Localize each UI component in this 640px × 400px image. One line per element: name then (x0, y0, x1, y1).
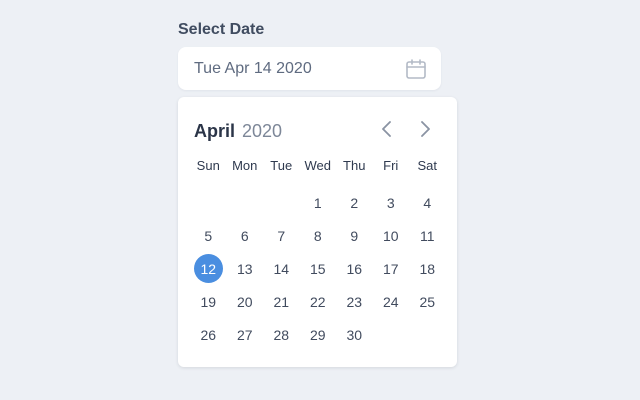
weekday-label: Sun (196, 158, 220, 173)
day-number: 25 (419, 293, 436, 310)
weekday-label: Wed (304, 158, 332, 173)
day-cell[interactable]: 24 (373, 285, 410, 318)
day-number: 17 (382, 260, 399, 277)
day-cell[interactable]: 13 (227, 252, 264, 285)
day-cell-empty (190, 186, 227, 219)
day-number: 4 (423, 194, 432, 211)
day-cell[interactable]: 20 (227, 285, 264, 318)
weekday-header: Sun Mon Tue Wed Thu Fri Sat (190, 158, 446, 173)
day-cell[interactable]: 27 (227, 318, 264, 351)
day-cell[interactable]: 7 (263, 219, 300, 252)
day-number: 3 (386, 194, 395, 211)
calendar-popover: April 2020 Sun Mon Tue Wed Thu Fri Sat 1234567… (178, 97, 457, 367)
day-number: 10 (382, 227, 399, 244)
field-label: Select Date (178, 21, 265, 38)
day-cell[interactable]: 10 (373, 219, 410, 252)
day-number: 19 (200, 293, 217, 310)
weekday-label: Mon (232, 158, 258, 173)
day-number: 27 (236, 326, 253, 343)
day-number: 2 (350, 194, 359, 211)
day-number: 18 (419, 260, 436, 277)
day-cell[interactable]: 6 (227, 219, 264, 252)
day-cell[interactable]: 1 (300, 186, 337, 219)
day-number: 8 (313, 227, 322, 244)
chevron-right-icon[interactable] (414, 118, 436, 140)
day-cell[interactable]: 14 (263, 252, 300, 285)
day-cell[interactable]: 4 (409, 186, 446, 219)
calendar-month: April (194, 121, 236, 141)
day-number: 29 (309, 326, 326, 343)
weekday-label: Thu (343, 158, 366, 173)
day-number: 5 (204, 227, 213, 244)
day-cell-empty (227, 186, 264, 219)
calendar-year: 2020 (242, 121, 283, 141)
day-number: 13 (236, 260, 253, 277)
day-cell[interactable]: 16 (336, 252, 373, 285)
day-cell[interactable]: 30 (336, 318, 373, 351)
day-cell[interactable]: 19 (190, 285, 227, 318)
day-cell[interactable]: 26 (190, 318, 227, 351)
day-number: 24 (382, 293, 399, 310)
day-cell[interactable]: 22 (300, 285, 337, 318)
day-number: 12 (193, 254, 223, 283)
date-input[interactable]: Tue Apr 14 2020 (178, 47, 441, 90)
chevron-left-icon[interactable] (376, 118, 398, 140)
weekday-label: Tue (270, 158, 293, 173)
weekday-label: Sat (417, 158, 437, 173)
day-number: 23 (346, 293, 363, 310)
day-cell[interactable]: 23 (336, 285, 373, 318)
day-number: 16 (346, 260, 363, 277)
calendar-icon[interactable] (405, 58, 427, 80)
day-cell[interactable]: 29 (300, 318, 337, 351)
day-cell[interactable]: 2 (336, 186, 373, 219)
day-number: 26 (200, 326, 217, 343)
day-cell[interactable]: 25 (409, 285, 446, 318)
day-number: 14 (273, 260, 290, 277)
day-cell[interactable]: 28 (263, 318, 300, 351)
day-cell[interactable]: 8 (300, 219, 337, 252)
day-number: 21 (273, 293, 290, 310)
day-number: 30 (346, 326, 363, 343)
day-cell[interactable]: 5 (190, 219, 227, 252)
day-number: 15 (309, 260, 326, 277)
day-cell[interactable]: 15 (300, 252, 337, 285)
day-number: 22 (309, 293, 326, 310)
day-number: 20 (236, 293, 253, 310)
weekday-label: Fri (383, 158, 399, 173)
day-number: 9 (350, 227, 359, 244)
date-input-value: Tue Apr 14 2020 (194, 60, 312, 77)
day-cell[interactable]: 11 (409, 219, 446, 252)
day-number: 28 (273, 326, 290, 343)
day-number: 1 (313, 194, 322, 211)
day-cell[interactable]: 18 (409, 252, 446, 285)
day-cell[interactable]: 17 (373, 252, 410, 285)
day-cell-empty (263, 186, 300, 219)
day-cell[interactable]: 9 (336, 219, 373, 252)
day-cell-selected[interactable]: 12 (190, 252, 227, 285)
day-number: 11 (419, 227, 435, 244)
day-grid: 1 2 3 4 5 6 7 8 9 10 11 12 13 14 15 16 17 18 19 20 21 22 23 24 2… (190, 186, 446, 351)
day-cell[interactable]: 3 (373, 186, 410, 219)
day-number: 7 (277, 227, 286, 244)
day-cell[interactable]: 21 (263, 285, 300, 318)
day-number: 6 (240, 227, 249, 244)
